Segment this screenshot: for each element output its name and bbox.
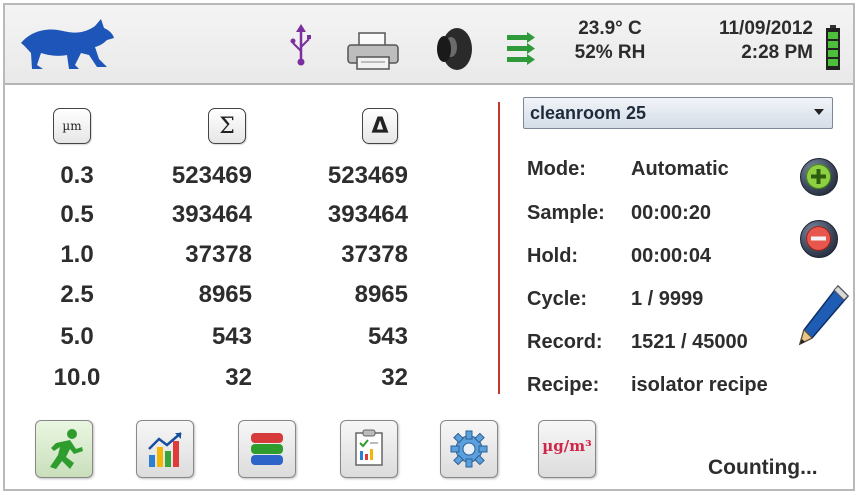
mass-concentration-icon: µg/m³ [542,437,592,455]
differential-count: 543 [367,323,408,350]
particle-size: 2.5 [60,281,94,308]
location-select[interactable]: cleanroom 25 [523,97,833,129]
hold-label: Hold: [527,245,579,267]
cumulative-mode-button[interactable]: Σ [208,108,246,144]
database-button[interactable] [238,420,296,478]
cumulative-count: 393464 [171,201,252,228]
printer-icon [347,32,399,70]
mode-line: Mode: Automatic [527,158,729,181]
date-text: 11/09/2012 [718,18,813,39]
hold-line: Hold: 00:00:04 [527,245,711,268]
mode-value: Automatic [631,158,729,180]
sample-label: Sample: [527,202,605,224]
differential-count: 32 [381,364,408,391]
cycle-label: Cycle: [527,288,588,310]
particle-size: 5.0 [60,323,94,350]
cumulative-count: 543 [211,323,252,350]
mass-concentration-button[interactable]: µg/m³ [538,420,596,478]
sample-value: 00:00:20 [631,202,712,224]
differential-count: 37378 [341,241,408,268]
cumulative-count: 32 [225,364,252,391]
increase-button[interactable] [800,158,838,196]
status-bar: 23.9° C 52% RH 11/09/2012 2:28 PM [5,5,853,85]
report-button[interactable] [340,420,398,478]
counting-status: Counting... [708,456,818,479]
cumulative-count: 8965 [198,281,252,308]
wolf-logo-icon [21,19,114,69]
runner-icon [50,429,83,469]
count-row: 5.0 543 543 [0,323,480,361]
transfer-arrows-icon [507,32,535,65]
recipe-label: Recipe: [527,374,600,396]
differential-count: 393464 [327,201,408,228]
minus-icon [806,226,831,251]
count-row: 0.5 393464 393464 [0,201,480,239]
location-select-value: cleanroom 25 [530,103,647,123]
time-text: 2:28 PM [741,42,813,63]
settings-gear-icon [450,430,488,468]
record-value: 1521 / 45000 [631,331,748,353]
chart-icon [148,432,182,467]
record-line: Record: 1521 / 45000 [527,331,748,354]
speaker-icon [437,28,472,70]
differential-mode-button[interactable]: Δ [362,108,398,144]
mode-label: Mode: [527,158,586,180]
count-row: 2.5 8965 8965 [0,281,480,319]
panel-divider [498,102,500,394]
decrease-button[interactable] [800,220,838,258]
particle-size: 10.0 [53,364,101,391]
hold-value: 00:00:04 [631,245,712,267]
plus-icon [806,164,831,189]
database-icon [251,433,283,465]
chevron-down-icon [814,109,824,115]
report-icon [355,429,383,466]
cycle-line: Cycle: 1 / 9999 [527,288,703,311]
edit-pencil-icon[interactable] [792,282,852,348]
settings-button[interactable] [440,420,498,478]
chart-button[interactable] [136,420,194,478]
cycle-value: 1 / 9999 [631,288,704,310]
datetime-readout: 11/09/2012 2:28 PM [677,17,813,65]
particle-size: 1.0 [60,241,94,268]
sample-line: Sample: 00:00:20 [527,202,711,225]
cumulative-count: 37378 [185,241,252,268]
battery-icon [826,25,840,70]
run-button[interactable] [35,420,93,478]
particle-size: 0.3 [60,162,94,189]
usb-icon [290,24,311,66]
count-row: 0.3 523469 523469 [0,162,480,200]
recipe-value: isolator recipe [631,374,768,396]
count-row: 1.0 37378 37378 [0,241,480,279]
cumulative-count: 523469 [171,162,252,189]
count-row: 10.0 32 32 [0,364,480,402]
differential-count: 523469 [327,162,408,189]
record-label: Record: [527,331,603,353]
environment-readout: 23.9° C 52% RH [555,17,665,65]
particle-size: 0.5 [60,201,94,228]
recipe-line: Recipe: isolator recipe [527,374,768,397]
differential-count: 8965 [354,281,408,308]
temperature-text: 23.9° C [578,18,642,39]
size-column-button[interactable]: µm [53,108,91,144]
humidity-text: 52% RH [574,42,646,63]
